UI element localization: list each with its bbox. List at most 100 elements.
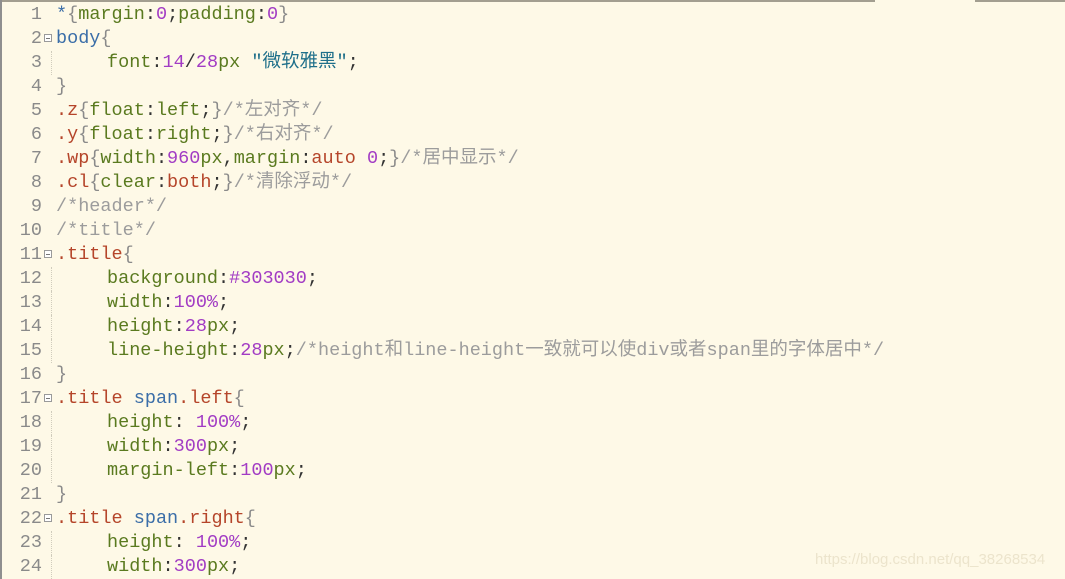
fold-toggle-icon[interactable] [44, 250, 52, 258]
code-token: .left [178, 388, 234, 409]
code-token: padding [178, 4, 256, 25]
code-token: 100% [195, 412, 241, 433]
code-token: .title [56, 388, 123, 409]
code-token: { [78, 100, 90, 121]
line-number: 15 [19, 340, 42, 361]
indent-guide [51, 555, 52, 579]
code-token: height [107, 316, 174, 337]
code-token: } [222, 124, 234, 145]
code-text: .z{float:left;}/*左对齐*/ [56, 99, 323, 123]
code-text: height: 100%; [107, 411, 251, 435]
code-token: px [273, 460, 296, 481]
code-text: body{ [56, 27, 112, 51]
code-token: ; [211, 172, 223, 193]
code-token: ; [229, 316, 241, 337]
code-token: 100 [240, 460, 274, 481]
code-token: ; [240, 532, 252, 553]
fold-toggle-icon[interactable] [44, 514, 52, 522]
code-text: line-height:28px;/*height和line-height一致就… [107, 339, 884, 363]
code-token: /*title*/ [56, 220, 156, 241]
line-number: 14 [19, 316, 42, 337]
code-token: } [278, 4, 290, 25]
code-token: : [144, 124, 156, 145]
indent-guide [51, 51, 52, 75]
code-token: ; [295, 460, 307, 481]
code-token: { [78, 124, 90, 145]
code-token: : [300, 148, 312, 169]
code-token: body [56, 28, 101, 49]
code-token: height [107, 412, 174, 433]
code-text: .title span.left{ [56, 387, 245, 411]
code-token: ; [306, 268, 318, 289]
line-number: 16 [19, 364, 42, 385]
code-token: : [151, 52, 163, 73]
code-token: 960 [167, 148, 201, 169]
code-token: } [56, 484, 68, 505]
line-number: 23 [19, 532, 42, 553]
code-token: .wp [56, 148, 90, 169]
code-text: .wp{width:960px,margin:auto 0;}/*居中显示*/ [56, 147, 519, 171]
line-number: 24 [19, 556, 42, 577]
code-token: 0 [267, 4, 279, 25]
code-token: .title [56, 508, 123, 529]
code-token: { [67, 4, 79, 25]
code-token: ; [240, 412, 252, 433]
code-token: px [206, 556, 230, 577]
code-text: /*header*/ [56, 195, 167, 219]
code-token: { [89, 148, 101, 169]
indent-guide [51, 531, 52, 555]
line-number: 3 [30, 52, 42, 73]
indent-guide [51, 339, 52, 363]
code-token: clear [100, 172, 156, 193]
top-border [975, 0, 1065, 2]
code-text: width:300px; [107, 555, 240, 579]
line-number: 11 [19, 244, 42, 265]
line-number: 5 [30, 100, 42, 121]
code-token: { [244, 508, 256, 529]
code-text: width:100%; [107, 291, 229, 315]
code-token: left [155, 100, 201, 121]
code-token: : [155, 172, 168, 193]
line-number: 20 [19, 460, 42, 481]
line-number: 4 [30, 76, 42, 97]
code-token: height [107, 532, 174, 553]
code-token: #303030 [229, 268, 307, 289]
fold-toggle-icon[interactable] [44, 394, 52, 402]
code-editor[interactable]: 1 *{margin:0;padding:0} 2 body{3 font:14/28p… [0, 0, 1065, 579]
code-token: : [218, 268, 230, 289]
code-token: /*header*/ [56, 196, 168, 217]
code-token: : [144, 4, 156, 25]
code-token: /*右对齐*/ [233, 124, 334, 145]
code-text: .title span.right{ [56, 507, 256, 531]
code-text: } [56, 483, 67, 507]
code-token: width [107, 436, 163, 457]
code-token: 100% [195, 532, 241, 553]
code-token: px [218, 52, 241, 73]
code-token: 28 [195, 52, 219, 73]
line-number: 17 [19, 388, 42, 409]
code-token: ; [211, 124, 223, 145]
code-token: "微软雅黑" [251, 52, 348, 73]
line-number: 22 [19, 508, 42, 529]
code-token: , [222, 148, 234, 169]
code-token: ; [200, 100, 212, 121]
code-token: width [100, 148, 156, 169]
code-text: .y{float:right;}/*右对齐*/ [56, 123, 334, 147]
code-token: : [229, 340, 241, 361]
code-text: background:#303030; [107, 267, 318, 291]
code-token: : [173, 412, 196, 433]
code-text: *{margin:0;padding:0} [56, 3, 289, 27]
line-number: 2 [30, 28, 42, 49]
code-token: * [56, 4, 68, 25]
code-token: auto [311, 148, 356, 169]
code-token: ; [229, 556, 241, 577]
code-token: float [89, 124, 145, 145]
fold-toggle-icon[interactable] [44, 34, 52, 42]
code-token: ; [218, 292, 230, 313]
line-number: 21 [19, 484, 42, 505]
code-token: } [222, 172, 234, 193]
code-token: 100% [173, 292, 219, 313]
